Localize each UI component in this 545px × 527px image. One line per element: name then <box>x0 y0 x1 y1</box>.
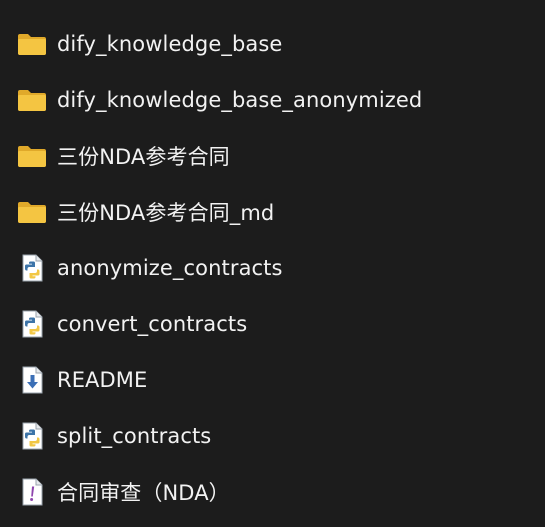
file-name: 三份NDA参考合同 <box>57 145 230 169</box>
python-file-icon <box>17 309 47 339</box>
folder-icon <box>17 29 47 59</box>
file-name: dify_knowledge_base_anonymized <box>57 88 423 112</box>
file-item-contract-review-nda[interactable]: 合同审查（NDA） <box>0 464 545 520</box>
python-file-icon <box>17 253 47 283</box>
file-list: dify_knowledge_base dify_knowledge_base_… <box>0 0 545 527</box>
file-name: anonymize_contracts <box>57 256 283 280</box>
file-name: convert_contracts <box>57 312 248 336</box>
file-name: split_contracts <box>57 424 212 448</box>
file-item-convert-contracts[interactable]: convert_contracts <box>0 296 545 352</box>
file-item-nda-reference-contracts-md[interactable]: 三份NDA参考合同_md <box>0 184 545 240</box>
python-file-icon <box>17 421 47 451</box>
file-item-anonymize-contracts[interactable]: anonymize_contracts <box>0 240 545 296</box>
file-name: README <box>57 368 148 392</box>
folder-icon <box>17 197 47 227</box>
file-name: dify_knowledge_base <box>57 32 283 56</box>
file-name: 三份NDA参考合同_md <box>57 201 275 225</box>
file-name: 合同审查（NDA） <box>57 481 230 505</box>
file-item-dify-knowledge-base[interactable]: dify_knowledge_base <box>0 16 545 72</box>
file-item-nda-reference-contracts[interactable]: 三份NDA参考合同 <box>0 128 545 184</box>
file-item-split-contracts[interactable]: split_contracts <box>0 408 545 464</box>
folder-icon <box>17 85 47 115</box>
file-item-readme[interactable]: README <box>0 352 545 408</box>
folder-icon <box>17 141 47 171</box>
text-file-icon <box>17 477 47 507</box>
file-item-dify-knowledge-base-anonymized[interactable]: dify_knowledge_base_anonymized <box>0 72 545 128</box>
markdown-file-icon <box>17 365 47 395</box>
